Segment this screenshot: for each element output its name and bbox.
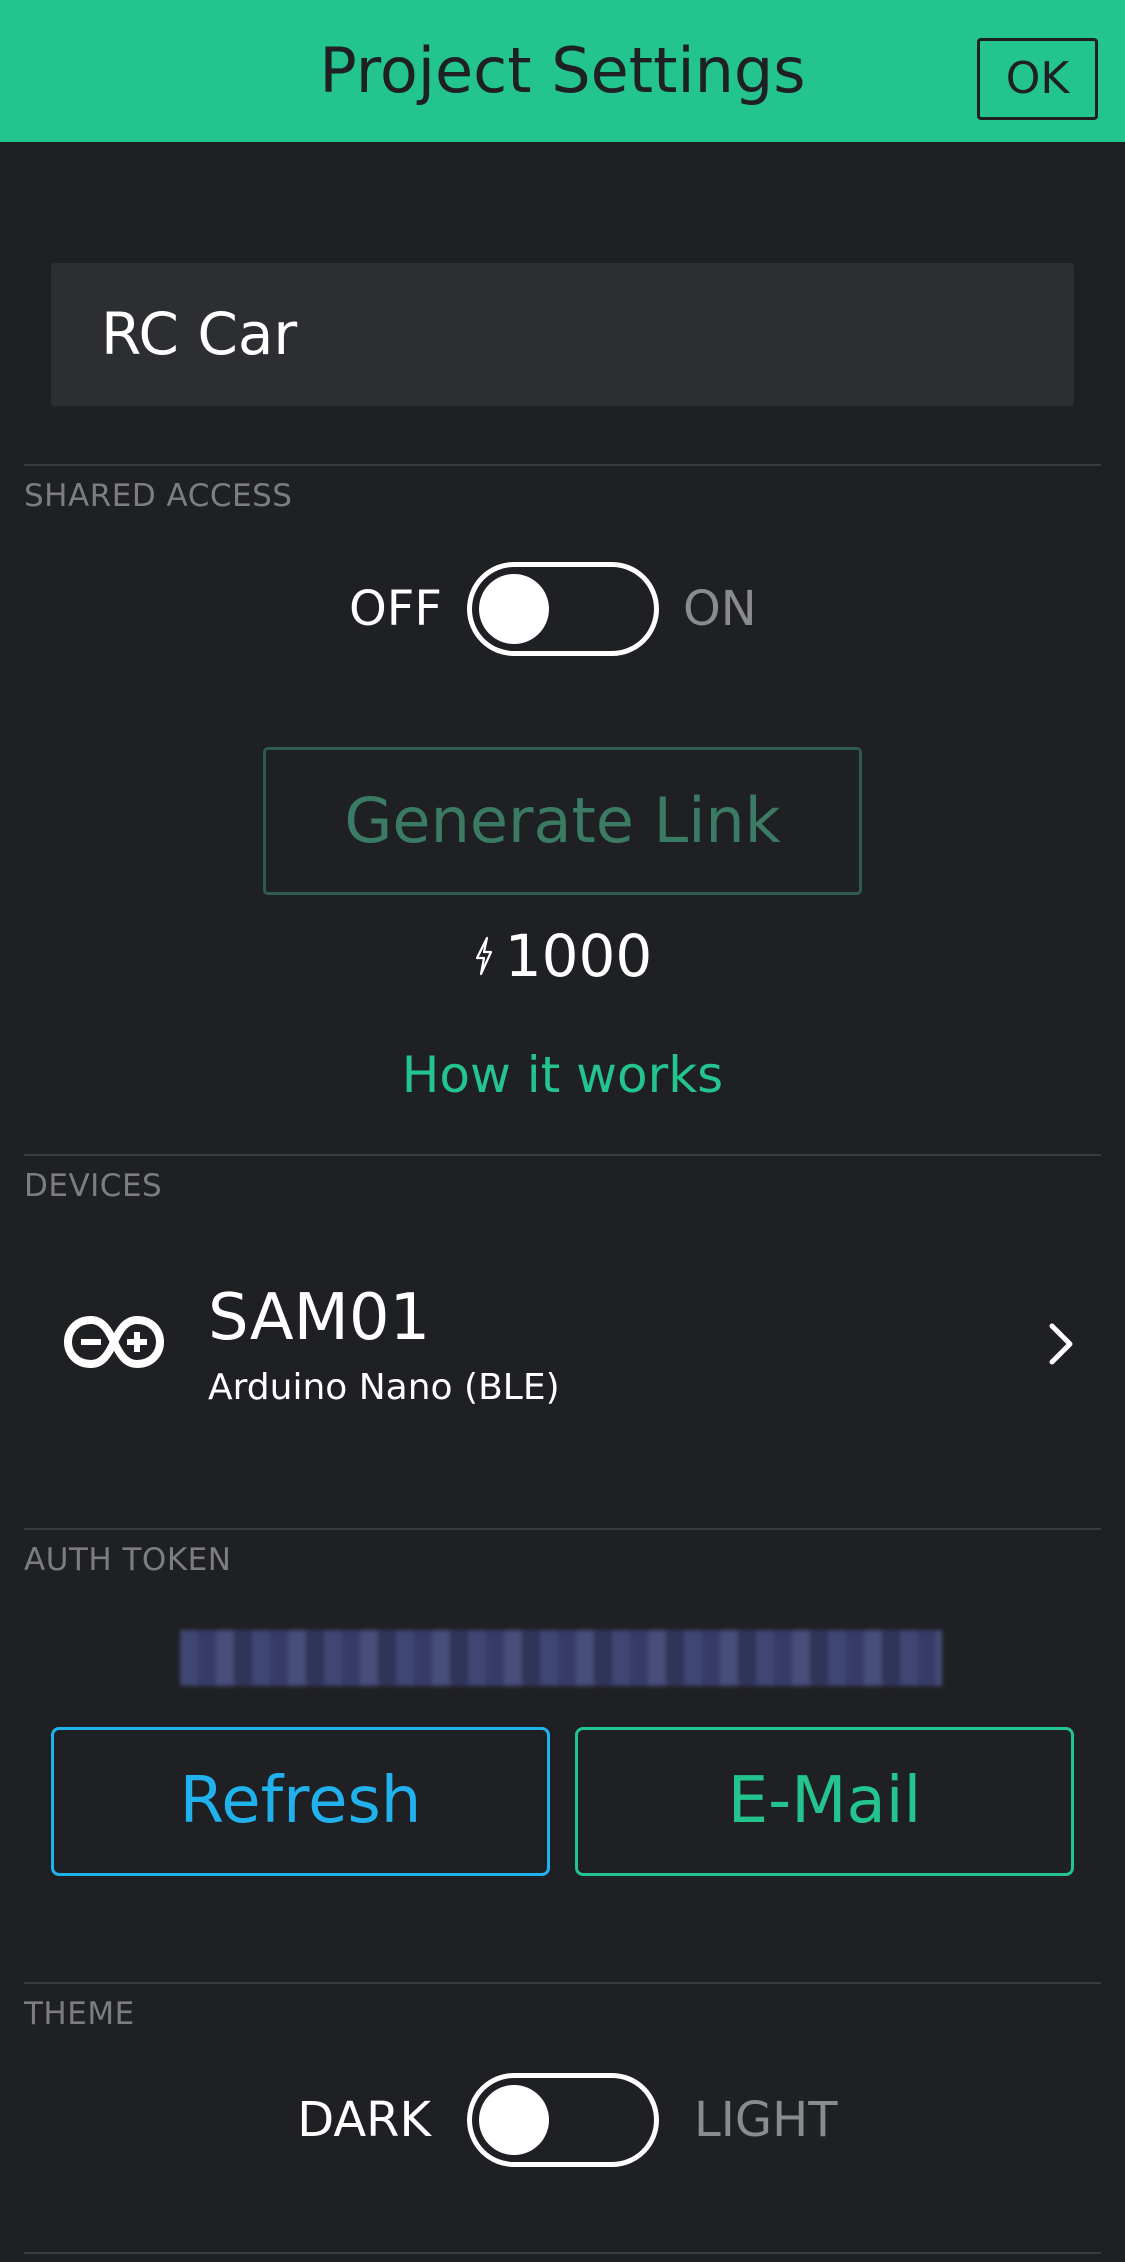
- section-label-theme: THEME: [24, 1996, 135, 2032]
- theme-toggle[interactable]: [467, 2073, 659, 2167]
- device-list-item[interactable]: SAM01 Arduino Nano (BLE): [0, 1240, 1125, 1440]
- device-model: Arduino Nano (BLE): [208, 1367, 560, 1408]
- energy-cost: 1000: [0, 918, 1125, 994]
- shared-access-on-label: ON: [683, 581, 757, 637]
- project-name-input[interactable]: RC Car: [51, 263, 1074, 406]
- section-divider: [24, 1528, 1101, 1530]
- shared-access-switch-row: OFF ON: [0, 562, 1125, 656]
- chevron-right-icon: [1049, 1323, 1073, 1365]
- arduino-icon: [64, 1315, 164, 1369]
- ok-button[interactable]: OK: [977, 38, 1098, 120]
- auth-token-value-redacted[interactable]: [180, 1630, 942, 1686]
- shared-access-off-label: OFF: [349, 581, 442, 637]
- header-bar: Project Settings OK: [0, 0, 1125, 142]
- section-label-auth-token: AUTH TOKEN: [24, 1542, 232, 1578]
- section-divider: [24, 2252, 1101, 2254]
- refresh-token-button[interactable]: Refresh: [51, 1727, 550, 1876]
- energy-bolt-icon: [475, 936, 492, 975]
- generate-link-button[interactable]: Generate Link: [263, 747, 862, 895]
- toggle-knob: [479, 574, 549, 644]
- how-it-works-link[interactable]: How it works: [0, 1040, 1125, 1110]
- section-label-shared-access: SHARED ACCESS: [24, 478, 293, 514]
- device-name: SAM01: [208, 1281, 431, 1355]
- theme-light-label: LIGHT: [694, 2092, 838, 2148]
- email-token-button[interactable]: E-Mail: [575, 1727, 1074, 1876]
- section-divider: [24, 1982, 1101, 1984]
- section-label-devices: DEVICES: [24, 1168, 163, 1204]
- theme-dark-label: DARK: [297, 2092, 431, 2148]
- section-divider: [24, 1154, 1101, 1156]
- theme-switch-row: DARK LIGHT: [0, 2073, 1125, 2167]
- energy-cost-value: 1000: [504, 922, 653, 990]
- toggle-knob: [479, 2085, 549, 2155]
- page-title: Project Settings: [319, 34, 806, 107]
- section-divider: [24, 464, 1101, 466]
- shared-access-toggle[interactable]: [467, 562, 659, 656]
- project-settings-screen: Project Settings OK RC Car SHARED ACCESS…: [0, 0, 1125, 2262]
